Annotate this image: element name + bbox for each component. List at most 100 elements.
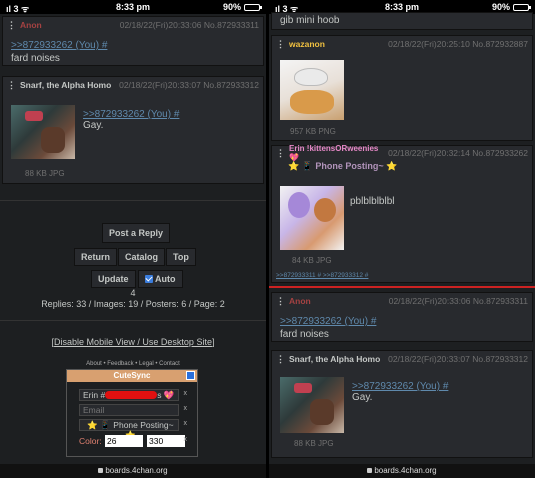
- redacted-tripcode: [105, 391, 158, 399]
- clear-name-icon[interactable]: x: [184, 390, 188, 397]
- color-input-a[interactable]: 26: [105, 435, 143, 447]
- reply-post: ⋮ wazanon 02/18/22(Fri)20:25:10 No.87293…: [271, 35, 533, 141]
- thread-stats: Replies: 33 / Images: 19 / Posters: 6 / …: [41, 299, 225, 309]
- desktop-site-link[interactable]: Disable Mobile View / Use Desktop Site: [54, 337, 212, 347]
- post-number[interactable]: No.872933311: [473, 296, 528, 306]
- post-menu-icon[interactable]: ⋮: [276, 39, 285, 50]
- post-info: ⋮ Anon 02/18/22(Fri)20:33:06 No.87293331…: [3, 17, 263, 33]
- file-info[interactable]: 88 KB JPG: [294, 439, 334, 448]
- post-text: gib mini hoob: [280, 15, 340, 26]
- post-text: Gay.: [352, 392, 373, 403]
- quote-link[interactable]: >>872933262 (You) #: [280, 316, 376, 327]
- poster-name: Anon: [289, 296, 311, 306]
- post-menu-icon[interactable]: ⋮: [276, 296, 285, 307]
- top-button[interactable]: Top: [166, 248, 196, 266]
- reply-post: ⋮ Snarf, the Alpha Homo 02/18/22(Fri)20:…: [271, 350, 533, 458]
- post-thumbnail[interactable]: [11, 105, 75, 159]
- post-date: 02/18/22(Fri)20:33:07 No.872933312: [388, 354, 528, 364]
- color-label: Color:: [79, 436, 102, 446]
- post-number[interactable]: No.872933262: [472, 148, 528, 158]
- color-input-b[interactable]: 330: [147, 435, 185, 447]
- divider: [0, 320, 266, 321]
- email-field[interactable]: Email: [79, 404, 179, 416]
- file-info[interactable]: 957 KB PNG: [290, 127, 336, 136]
- post-thumbnail[interactable]: [280, 186, 344, 250]
- reply-post: ⋮ Anon 02/18/22(Fri)20:33:06 No.87293331…: [271, 292, 533, 342]
- email-row: Email x: [79, 404, 187, 416]
- reply-post: ⋮ Erin !kittensORweenies 💖 02/18/22(Fri)…: [271, 144, 533, 283]
- post-message: >>872933262 (You) # fard noises: [3, 33, 263, 71]
- post-text: Gay.: [83, 120, 104, 131]
- footer-links[interactable]: About • Feedback • Legal • Contact: [0, 361, 266, 367]
- divider: [0, 200, 266, 201]
- post-menu-icon[interactable]: ⋮: [276, 148, 285, 159]
- quick-reply-title: CuteSync: [113, 371, 151, 380]
- battery-icon: [244, 3, 262, 11]
- post-text: pblblblblbl: [350, 196, 395, 207]
- battery-indicator: 90%: [223, 2, 262, 12]
- post-menu-icon[interactable]: ⋮: [7, 20, 16, 31]
- clear-subject-icon[interactable]: x: [184, 420, 188, 427]
- address-bar[interactable]: boards.4chan.org: [0, 464, 266, 478]
- quick-reply-header[interactable]: CuteSync: [67, 370, 197, 382]
- post-date: 02/18/22(Fri)20:33:07 No.872933312: [119, 80, 259, 90]
- lock-icon: [98, 468, 104, 474]
- return-button[interactable]: Return: [74, 248, 117, 266]
- post-date: 02/18/22(Fri)20:32:14 No.872933262: [388, 148, 528, 158]
- address-bar[interactable]: boards.4chan.org: [269, 464, 535, 478]
- subject-field[interactable]: ⭐ 📱 Phone Posting~ ⭐: [79, 419, 179, 440]
- color-row: Color: 26 330 x: [79, 435, 187, 447]
- battery-icon: [513, 3, 531, 11]
- checkbox-checked-icon[interactable]: [145, 275, 153, 283]
- post-date: 02/18/22(Fri)20:33:06 No.872933311: [388, 296, 528, 306]
- post-info: ⋮ wazanon 02/18/22(Fri)20:25:10 No.87293…: [272, 36, 532, 52]
- reply-post: ⋮ Snarf, the Alpha Homo 02/18/22(Fri)20:…: [2, 76, 264, 184]
- post-number[interactable]: No.872932887: [472, 39, 528, 49]
- auto-label: Auto: [155, 274, 176, 284]
- poster-name: Anon: [20, 20, 42, 30]
- auto-update-toggle[interactable]: Auto: [138, 270, 183, 288]
- post-info: ⋮ Erin !kittensORweenies 💖 02/18/22(Fri)…: [272, 144, 532, 162]
- clear-email-icon[interactable]: x: [184, 405, 188, 412]
- post-menu-icon[interactable]: ⋮: [276, 354, 285, 365]
- post-date: 02/18/22(Fri)20:33:06 No.872933311: [119, 20, 259, 30]
- update-button[interactable]: Update: [91, 270, 136, 288]
- name-field[interactable]: Erin # s 💖: [79, 389, 179, 401]
- clear-color-icon[interactable]: x: [184, 436, 188, 443]
- post-menu-icon[interactable]: ⋮: [7, 80, 16, 91]
- status-bar: ıl 3 ᯤ 8:33 pm 90%: [0, 0, 266, 14]
- post-thumbnail[interactable]: [280, 60, 344, 120]
- post-number[interactable]: No.872933311: [204, 20, 259, 30]
- battery-percent: 90%: [491, 2, 510, 12]
- quote-link[interactable]: >>872933262 (You) #: [11, 40, 107, 51]
- update-countdown: 4: [130, 288, 136, 298]
- quote-link[interactable]: >>872933262 (You) #: [83, 109, 179, 120]
- post-reply-button[interactable]: Post a Reply: [102, 223, 171, 243]
- quick-reply-toggle-checkbox[interactable]: [186, 371, 195, 380]
- file-info[interactable]: 88 KB JPG: [25, 169, 65, 178]
- poster-name: wazanon: [289, 39, 325, 49]
- post-message: >>872933262 (You) # fard noises: [272, 309, 532, 347]
- backlinks[interactable]: >>872933311 # >>872933312 #: [276, 272, 368, 279]
- post-date: 02/18/22(Fri)20:25:10 No.872932887: [388, 39, 528, 49]
- catalog-button[interactable]: Catalog: [118, 248, 166, 266]
- name-row: Erin # s 💖 x: [79, 389, 187, 401]
- quick-reply-window: CuteSync Erin # s 💖 x Email x ⭐ 📱 Phone P…: [66, 369, 198, 457]
- post-thumbnail[interactable]: [280, 377, 344, 433]
- post-info: ⋮ Anon 02/18/22(Fri)20:33:06 No.87293331…: [272, 293, 532, 309]
- post-info: ⋮ Snarf, the Alpha Homo 02/18/22(Fri)20:…: [272, 351, 532, 367]
- reply-post-partial: gib mini hoob: [271, 12, 533, 30]
- subject-row: ⭐ 📱 Phone Posting~ ⭐ x: [79, 419, 188, 440]
- desktop-site-link-wrap: [Disable Mobile View / Use Desktop Site]: [51, 337, 215, 347]
- battery-indicator: 90%: [491, 2, 531, 12]
- file-info[interactable]: 84 KB JPG: [292, 256, 332, 265]
- lock-icon: [367, 468, 373, 474]
- post-number[interactable]: No.872933312: [472, 354, 528, 364]
- left-phone-screen: ıl 3 ᯤ 8:33 pm 90% ⋮ Anon 02/18/22(Fri)2…: [0, 0, 266, 478]
- quote-link[interactable]: >>872933262 (You) #: [352, 381, 448, 392]
- poster-name: Snarf, the Alpha Homo: [20, 80, 112, 90]
- post-text: fard noises: [280, 329, 329, 340]
- reply-post: ⋮ Anon 02/18/22(Fri)20:33:06 No.87293331…: [2, 16, 264, 66]
- post-number[interactable]: No.872933312: [203, 80, 259, 90]
- post-text: fard noises: [11, 53, 60, 64]
